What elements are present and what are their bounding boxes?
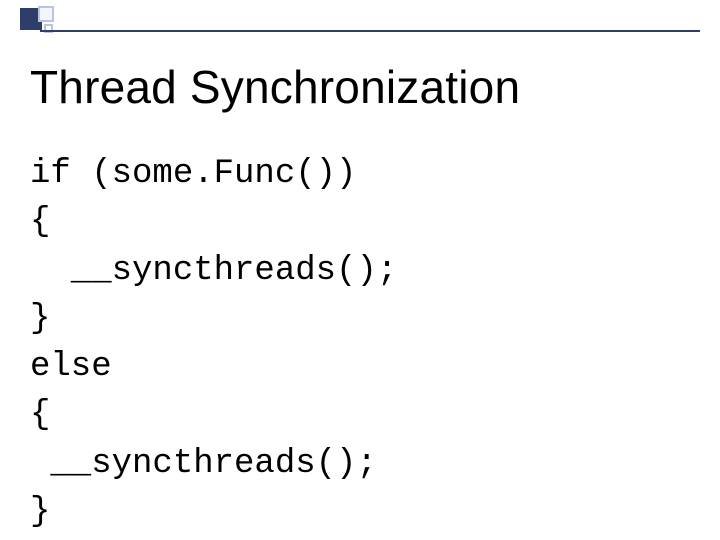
code-line: __syncthreads(); <box>30 252 397 290</box>
code-line: if (some.Func()) <box>30 155 356 193</box>
code-line: } <box>30 493 50 531</box>
header-rule <box>40 30 700 32</box>
slide: Thread Synchronization if (some.Func()) … <box>0 0 720 540</box>
square-icon <box>38 6 54 22</box>
code-line: __syncthreads(); <box>30 445 377 483</box>
code-line: } <box>30 300 50 338</box>
slide-title: Thread Synchronization <box>30 60 520 114</box>
code-line: { <box>30 203 50 241</box>
code-line: { <box>30 396 50 434</box>
code-line: else <box>30 348 112 386</box>
code-block: if (some.Func()) { __syncthreads(); } el… <box>30 150 397 536</box>
